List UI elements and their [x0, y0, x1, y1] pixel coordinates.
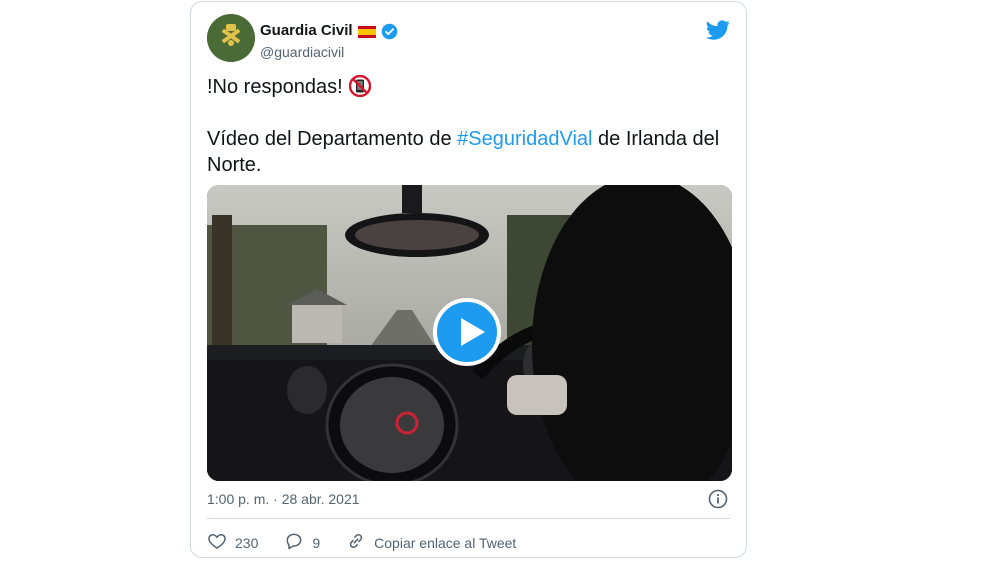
video-thumbnail[interactable] [207, 185, 732, 481]
link-icon [346, 531, 366, 554]
play-button[interactable] [433, 298, 501, 366]
twitter-bird-icon[interactable] [706, 18, 730, 42]
reply-button[interactable]: 9 [284, 531, 320, 554]
copy-link-label: Copiar enlace al Tweet [374, 534, 517, 551]
tweet-card: Guardia Civil @guardiacivil !No responda… [190, 1, 747, 558]
like-count: 230 [235, 534, 259, 551]
flag-spain-icon [357, 25, 376, 38]
verified-badge-icon [381, 23, 398, 40]
author-handle[interactable]: @guardiacivil [260, 44, 344, 60]
author-row: Guardia Civil [260, 22, 398, 40]
author-name[interactable]: Guardia Civil [260, 22, 353, 40]
reply-icon [284, 531, 304, 554]
hashtag-link[interactable]: #SeguridadVial [457, 128, 592, 150]
tweet-line-2-start: Vídeo del Departamento de [207, 128, 458, 150]
avatar[interactable] [207, 14, 255, 62]
heart-icon [207, 531, 227, 554]
reply-count: 9 [312, 534, 321, 551]
tweet-line-1: !No respondas! [207, 76, 343, 98]
no-mobile-icon [348, 74, 371, 98]
divider [207, 518, 730, 519]
tweet-actions: 230 9 Copiar enlace al Tweet [207, 531, 542, 554]
tweet-text: !No respondas! Vídeo del Departamento de… [207, 74, 732, 178]
tweet-timestamp[interactable]: 1:00 p. m. · 28 abr. 2021 [207, 491, 360, 507]
info-icon[interactable] [708, 489, 728, 509]
like-button[interactable]: 230 [207, 531, 258, 554]
copy-link-button[interactable]: Copiar enlace al Tweet [346, 531, 516, 554]
